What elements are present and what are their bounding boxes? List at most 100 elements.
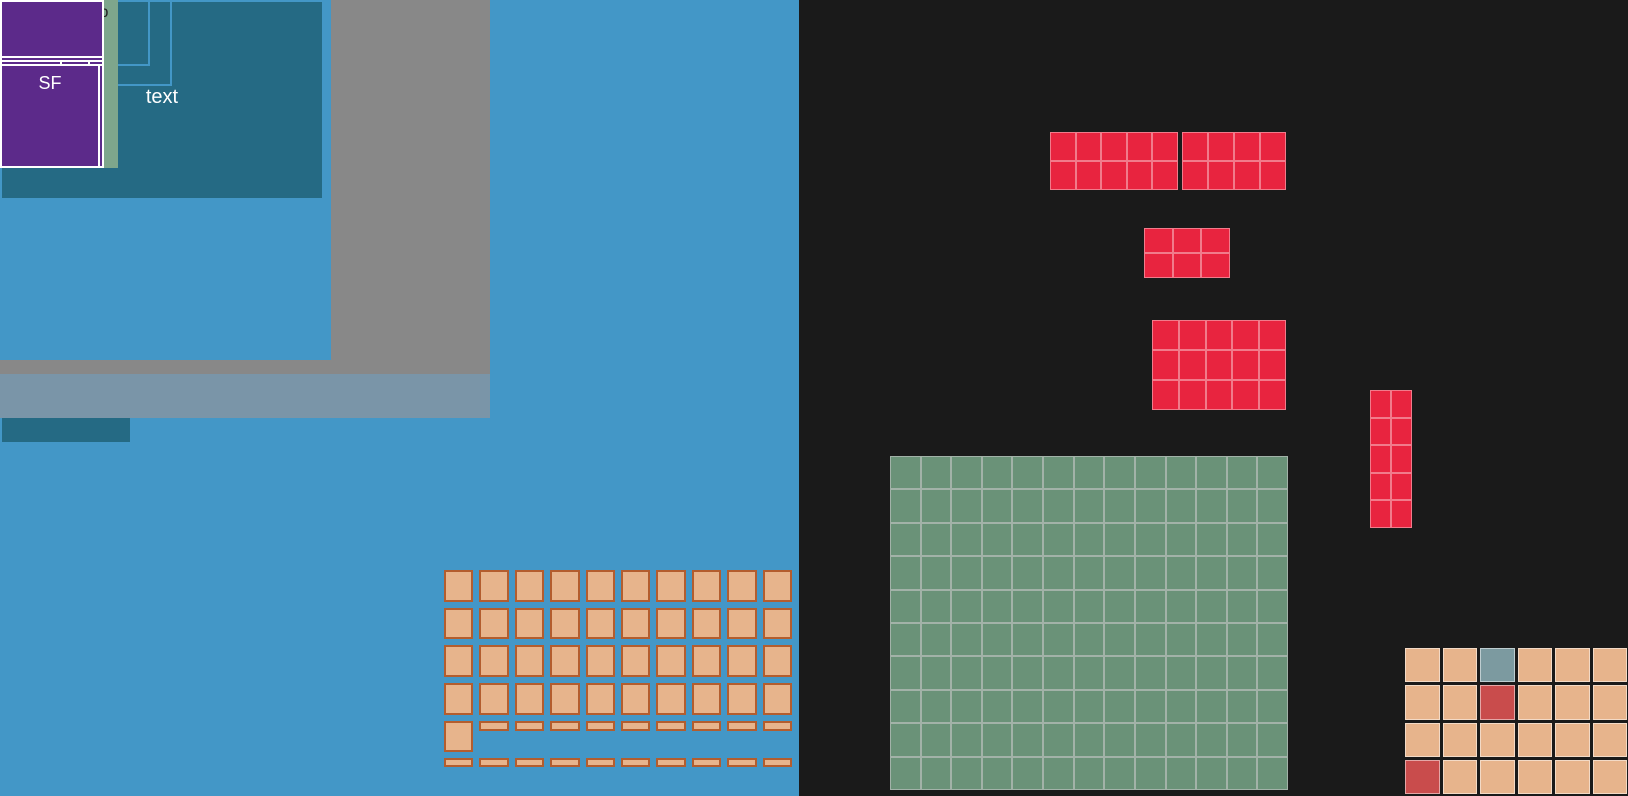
tiny-framework-tile[interactable] — [656, 683, 685, 715]
misc-tile[interactable] — [1480, 760, 1515, 794]
asset-tile[interactable] — [1074, 523, 1105, 556]
tiny-framework-tile[interactable] — [479, 570, 508, 602]
asset-tile[interactable] — [890, 489, 921, 522]
asset-tile[interactable] — [1166, 690, 1197, 723]
asset-tile[interactable] — [1196, 690, 1227, 723]
asset-tile[interactable] — [982, 723, 1013, 756]
misc-tile[interactable] — [1593, 648, 1628, 682]
tiny-framework-tile[interactable] — [727, 608, 756, 640]
asset-tile[interactable] — [1043, 556, 1074, 589]
misc-tile[interactable] — [1555, 760, 1590, 794]
asset-tile[interactable] — [1104, 656, 1135, 689]
misc-tile[interactable] — [1593, 760, 1628, 794]
asset-tile[interactable] — [1135, 757, 1166, 790]
misc-tile[interactable] — [1443, 760, 1478, 794]
asset-tile[interactable] — [921, 656, 952, 689]
asset-tile[interactable] — [1104, 590, 1135, 623]
tiny-framework-tile[interactable] — [763, 683, 792, 715]
misc-tile[interactable] — [1443, 685, 1478, 719]
tiny-framework-tile[interactable] — [444, 683, 473, 715]
tiny-framework-tile[interactable] — [479, 683, 508, 715]
asset-tile[interactable] — [1166, 523, 1197, 556]
asset-tile[interactable] — [1227, 556, 1258, 589]
asset-tile[interactable] — [1104, 556, 1135, 589]
asset-tile[interactable] — [1104, 623, 1135, 656]
tiny-framework-tile[interactable] — [479, 608, 508, 640]
tiny-framework-tile[interactable] — [444, 758, 473, 767]
asset-tile[interactable] — [1257, 489, 1288, 522]
misc-tile[interactable] — [1518, 723, 1553, 757]
asset-tile[interactable] — [1012, 757, 1043, 790]
asset-tile[interactable] — [1074, 757, 1105, 790]
asset-tile[interactable] — [1196, 456, 1227, 489]
asset-tile[interactable] — [1043, 456, 1074, 489]
asset-tile[interactable] — [1257, 723, 1288, 756]
tiny-framework-tile[interactable] — [763, 721, 792, 731]
asset-tile[interactable] — [1012, 723, 1043, 756]
asset-tile[interactable] — [1227, 656, 1258, 689]
asset-tile[interactable] — [1043, 656, 1074, 689]
tiny-framework-tile[interactable] — [692, 570, 721, 602]
asset-tile[interactable] — [1227, 489, 1258, 522]
tiny-framework-tile[interactable] — [586, 758, 615, 767]
misc-tile[interactable] — [1480, 685, 1515, 719]
asset-tile[interactable] — [1074, 456, 1105, 489]
asset-tile[interactable] — [1074, 690, 1105, 723]
asset-tile[interactable] — [1257, 757, 1288, 790]
tiny-framework-tile[interactable] — [515, 721, 544, 731]
tiny-framework-tile[interactable] — [621, 608, 650, 640]
misc-tile[interactable] — [1555, 685, 1590, 719]
asset-tile[interactable] — [1012, 690, 1043, 723]
asset-tile[interactable] — [921, 456, 952, 489]
asset-tile[interactable] — [1196, 590, 1227, 623]
asset-tile[interactable] — [890, 556, 921, 589]
asset-tile[interactable] — [890, 656, 921, 689]
tiny-framework-tile[interactable] — [550, 721, 579, 731]
asset-tile[interactable] — [1043, 690, 1074, 723]
asset-tile[interactable] — [921, 590, 952, 623]
misc-tile[interactable] — [1593, 723, 1628, 757]
tiny-framework-tile[interactable] — [479, 721, 508, 731]
tiny-framework-tile[interactable] — [692, 608, 721, 640]
tiny-framework-tile[interactable] — [763, 608, 792, 640]
asset-tile[interactable] — [1257, 456, 1288, 489]
asset-tile[interactable] — [921, 757, 952, 790]
asset-tile[interactable] — [982, 757, 1013, 790]
asset-tile[interactable] — [1166, 590, 1197, 623]
tiny-framework-tile[interactable] — [621, 758, 650, 767]
tiny-framework-tile[interactable] — [727, 645, 756, 677]
asset-tile[interactable] — [951, 723, 982, 756]
tiny-framework-tile[interactable] — [586, 570, 615, 602]
asset-tile[interactable] — [921, 523, 952, 556]
tiny-framework-tile[interactable] — [656, 721, 685, 731]
tiny-framework-tile[interactable] — [621, 570, 650, 602]
asset-tile[interactable] — [1166, 556, 1197, 589]
asset-tile[interactable] — [1074, 656, 1105, 689]
asset-tile[interactable] — [1104, 456, 1135, 489]
asset-tile[interactable] — [1043, 523, 1074, 556]
asset-tile[interactable] — [951, 656, 982, 689]
asset-tile[interactable] — [1104, 690, 1135, 723]
misc-tile[interactable] — [1443, 648, 1478, 682]
asset-tile[interactable] — [1227, 757, 1258, 790]
asset-tile[interactable] — [1196, 523, 1227, 556]
asset-tile[interactable] — [951, 623, 982, 656]
asset-tile[interactable] — [1043, 757, 1074, 790]
asset-tile[interactable] — [890, 690, 921, 723]
tiny-framework-tile[interactable] — [444, 570, 473, 602]
asset-tile[interactable] — [982, 623, 1013, 656]
misc-tile[interactable] — [1593, 685, 1628, 719]
misc-tile[interactable] — [1518, 685, 1553, 719]
asset-tile[interactable] — [890, 723, 921, 756]
asset-tile[interactable] — [1166, 623, 1197, 656]
tiny-framework-tile[interactable] — [727, 758, 756, 767]
asset-tile[interactable] — [1104, 523, 1135, 556]
asset-tile[interactable] — [1257, 656, 1288, 689]
asset-tile[interactable] — [1257, 690, 1288, 723]
asset-tile[interactable] — [1074, 723, 1105, 756]
tiny-framework-tile[interactable] — [550, 758, 579, 767]
asset-tile[interactable] — [1012, 656, 1043, 689]
tiny-framework-tile[interactable] — [515, 645, 544, 677]
asset-tile[interactable] — [1135, 523, 1166, 556]
asset-tile[interactable] — [1196, 656, 1227, 689]
